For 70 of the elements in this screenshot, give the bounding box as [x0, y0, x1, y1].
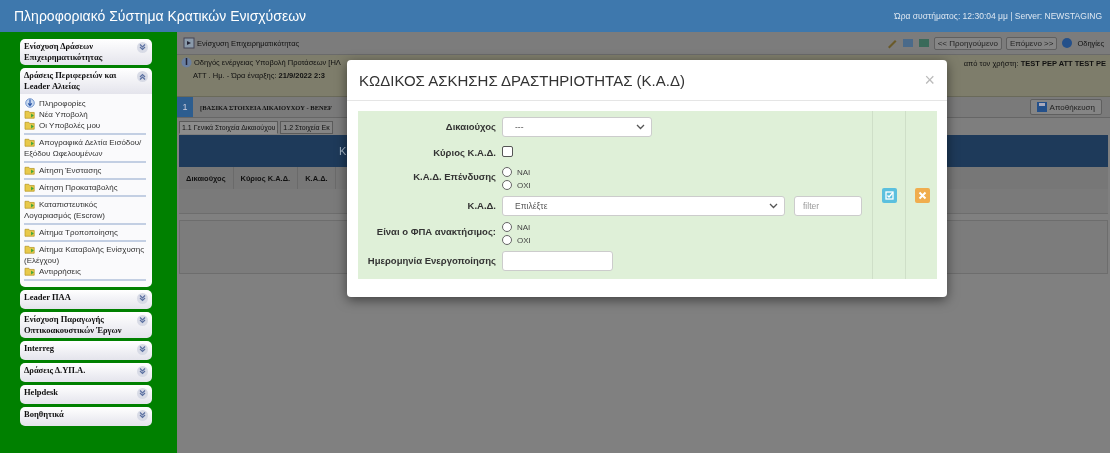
- folder-icon: [24, 137, 36, 147]
- caret-icon: [636, 124, 645, 130]
- folder-icon: [24, 227, 36, 237]
- modal-title: ΚΩΔΙΚΟΣ ΑΣΚΗΣΗΣ ΔΡΑΣΤΗΡΙΟΤΗΤΑΣ (Κ.Α.Δ): [359, 71, 685, 89]
- expand-chevron-icon[interactable]: [137, 410, 148, 421]
- folder-icon: [24, 266, 36, 276]
- menu-section-header[interactable]: Δράσεις Δ.ΥΠ.Α.: [20, 363, 152, 382]
- menu-section-header[interactable]: Leader ΠΑΑ: [20, 290, 152, 309]
- expand-chevron-icon[interactable]: [137, 344, 148, 355]
- app-title: Πληροφοριακό Σύστημα Κρατικών Ενισχύσεων: [14, 8, 307, 24]
- section-title: Ενίσχυση Παραγωγής Οπτικοακουστικών Έργων: [24, 314, 123, 335]
- menu-section-header[interactable]: Helpdesk: [20, 385, 152, 404]
- menu-item[interactable]: Αίτημα Καταβολής Ενίσχυσης (Ελέγχου): [24, 244, 146, 266]
- expand-chevron-icon[interactable]: [137, 42, 148, 53]
- select-field[interactable]: ---: [502, 117, 652, 137]
- save-button[interactable]: Αποθήκευση: [1029, 99, 1102, 115]
- menu-item[interactable]: Πληροφορίες: [24, 98, 146, 109]
- collapse-chevron-icon[interactable]: [137, 71, 148, 82]
- menu-section-header[interactable]: Βοηθητικά: [20, 407, 152, 426]
- info-icon: [181, 57, 192, 68]
- menu-item[interactable]: Αίτηση Ένστασης: [24, 165, 146, 176]
- folder-icon: [24, 109, 36, 119]
- section-title: Δράσεις Περιφερειών και Leader Αλιείας: [24, 70, 118, 91]
- caret-icon: [769, 203, 778, 209]
- section-title: Βοηθητικά: [24, 409, 64, 420]
- field-label: Κ.Α.Δ. Επένδυσης: [412, 170, 496, 182]
- menu-section-header[interactable]: Ενίσχυση Παραγωγής Οπτικοακουστικών Έργων: [20, 312, 152, 338]
- folder-icon: [24, 244, 36, 254]
- expand-chevron-icon[interactable]: [137, 315, 148, 326]
- page-icon: [183, 37, 195, 49]
- select-field[interactable]: Επιλέξτε: [502, 196, 785, 216]
- system-info: Ώρα συστήματος: 12:30:04 μμ | Server: NEWSTAGING: [894, 11, 1102, 21]
- radio-option[interactable]: ΟΧΙ: [502, 235, 862, 245]
- info-icon: [24, 98, 36, 108]
- section-title: Ενίσχυση Δράσεων Επιχειρηματικότητας: [24, 41, 104, 62]
- next-button[interactable]: Επόμενο >>: [1005, 36, 1058, 50]
- section-title: Δράσεις Δ.ΥΠ.Α.: [24, 365, 86, 376]
- menu-item[interactable]: Καταπιστευτικός Λογαριασμός (Escrow): [24, 199, 146, 221]
- date-field[interactable]: [502, 251, 613, 271]
- menu-item[interactable]: Οι Υποβολές μου: [24, 120, 146, 131]
- field-label: Ημερομηνία Ενεργοποίησης: [366, 254, 496, 266]
- menu-item[interactable]: Αίτηση Προκαταβολής: [24, 182, 146, 193]
- menu-item[interactable]: Αίτημα Τροποποίησης: [24, 227, 146, 238]
- menu-section-header[interactable]: Interreg: [20, 341, 152, 360]
- field-label: Κ.Α.Δ.: [466, 199, 496, 211]
- section-title: Leader ΠΑΑ: [24, 292, 71, 303]
- expand-chevron-icon[interactable]: [137, 366, 148, 377]
- section-title: Helpdesk: [24, 387, 58, 398]
- menu-item[interactable]: Απογραφικά Δελτία Εισόδου/Εξόδου Ωφελουμένων: [24, 137, 146, 159]
- expand-chevron-icon[interactable]: [137, 388, 148, 399]
- field-label: Είναι ο ΦΠΑ ανακτήσιμος:: [375, 225, 496, 237]
- folder-icon: [24, 182, 36, 192]
- expand-chevron-icon[interactable]: [137, 293, 148, 304]
- radio-option[interactable]: ΝΑΙ: [502, 167, 862, 177]
- folder-icon: [24, 120, 36, 130]
- section-title: Interreg: [24, 343, 55, 354]
- menu-section-header[interactable]: Δράσεις Περιφερειών και Leader Αλιείας: [20, 68, 152, 94]
- menu-section-header[interactable]: Ενίσχυση Δράσεων Επιχειρηματικότητας: [20, 39, 152, 65]
- field-label: Κύριος Κ.Α.Δ.: [432, 146, 496, 158]
- field-label: Δικαιούχος: [444, 120, 496, 132]
- menu-item[interactable]: Νέα Υποβολή: [24, 109, 146, 120]
- menu-item[interactable]: Αντιρρήσεις: [24, 266, 146, 277]
- step-number: 1: [177, 97, 193, 117]
- folder-icon: [24, 199, 36, 209]
- previous-button[interactable]: << Προηγούμενο: [933, 36, 1002, 50]
- radio-option[interactable]: ΝΑΙ: [502, 222, 862, 232]
- folder-icon: [24, 165, 36, 175]
- radio-option[interactable]: ΟΧΙ: [502, 180, 862, 190]
- checkbox[interactable]: [502, 146, 513, 157]
- edit-check-icon[interactable]: [881, 187, 897, 203]
